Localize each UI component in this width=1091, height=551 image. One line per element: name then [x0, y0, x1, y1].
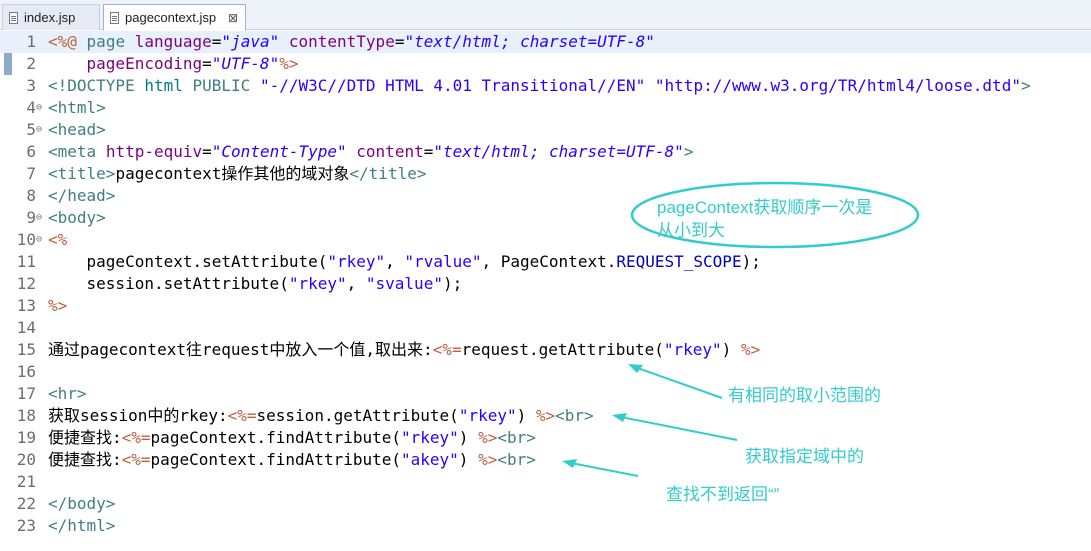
annotation-same-range: 有相同的取小范围的 [728, 386, 881, 405]
annotation-specific-scope: 获取指定域中的 [745, 447, 864, 466]
annotation-ellipse-text-1: pageContext获取顺序一次是 [657, 198, 873, 217]
arrow-line [631, 365, 723, 399]
arrow-head [612, 413, 627, 422]
arrow-line [565, 461, 639, 477]
arrow-head [562, 459, 577, 468]
annotation-ellipse-text-2: 从小到大 [657, 221, 725, 240]
annotation-not-found: 查找不到返回“” [666, 485, 780, 504]
annotation-layer [562, 181, 920, 477]
arrow-line [615, 415, 738, 441]
